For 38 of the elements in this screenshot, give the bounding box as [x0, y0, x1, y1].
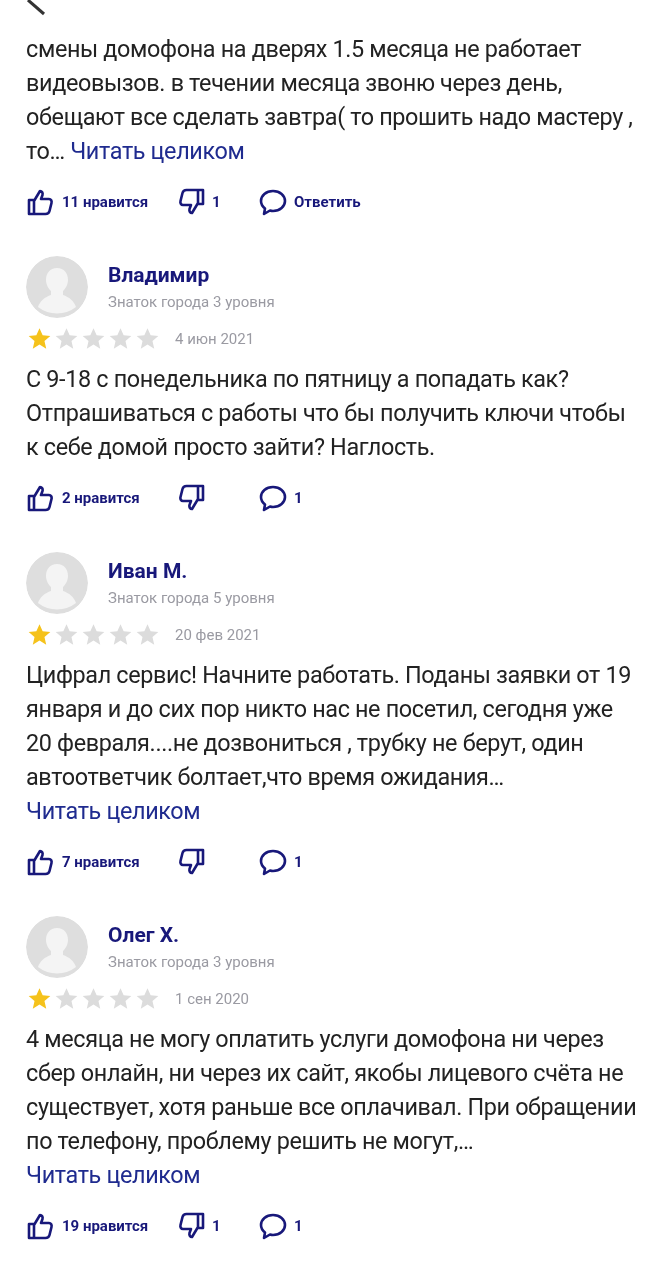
author-name[interactable]: Иван М. — [108, 559, 275, 583]
review-text: С 9-18 с понедельника по пятницу а попадать как? Отпрашиваться с работы что бы получить ключи чтобы к себе домой просто зайти? Наглость. — [26, 364, 627, 463]
comment-icon[interactable] — [258, 187, 288, 217]
thumbs-down-icon[interactable] — [176, 1211, 206, 1241]
author-name[interactable]: Владимир — [108, 263, 275, 287]
author-level: Знаток города 3 уровня — [108, 953, 275, 971]
review-text: Цифрал сервис! Начните работать. Поданы заявки от 19 января и до сих пор никто нас не посетил, сегодня уже 20 февраля....не дозвониться , трубку не берут, один автоответчик болтает,что время ожидания… Читать целиком — [26, 660, 633, 827]
thumbs-down-icon[interactable] — [176, 483, 206, 513]
like-count[interactable]: 19 нравится — [62, 1217, 149, 1235]
read-more-link[interactable]: Читать целиком — [26, 797, 201, 825]
thumbs-down-icon[interactable] — [176, 187, 206, 217]
review-text: смены домофона на дверях 1.5 месяца не работает видеовызов. в течении месяца звоню через день, обещают все сделать завтра( то прошить надо мастеру , то… Читать целиком — [26, 34, 634, 167]
review-date: 4 июн 2021 — [175, 330, 255, 348]
reply-button[interactable]: 1 — [294, 489, 303, 507]
comment-icon[interactable] — [258, 847, 288, 877]
reply-button[interactable]: 1 — [294, 1217, 303, 1235]
review-date: 20 фев 2021 — [175, 626, 261, 644]
thumbs-up-icon[interactable] — [26, 187, 56, 217]
read-more-link[interactable]: Читать целиком — [26, 1161, 201, 1189]
author-level: Знаток города 5 уровня — [108, 589, 275, 607]
review-text: 4 месяца не могу оплатить услуги домофона ни через сбер онлайн, ни через их сайт, якобы лицевого счёта не существует, хотя раньше все оплачивал. При обращении по телефону, проблему решить не могут,… Читать целиком — [26, 1024, 638, 1191]
thumbs-down-icon[interactable] — [176, 847, 206, 877]
thumbs-up-icon[interactable] — [26, 1211, 56, 1241]
comment-icon[interactable] — [258, 483, 288, 513]
like-count[interactable]: 2 нравится — [62, 489, 140, 507]
read-more-link[interactable]: Читать целиком — [70, 137, 245, 165]
like-count[interactable]: 11 нравится — [62, 193, 149, 211]
comment-icon[interactable] — [258, 1211, 288, 1241]
dislike-count[interactable]: 1 — [212, 193, 221, 211]
author-level: Знаток города 3 уровня — [108, 293, 275, 311]
reply-button[interactable]: 1 — [294, 853, 303, 871]
dislike-count[interactable]: 1 — [212, 1217, 221, 1235]
like-count[interactable]: 7 нравится — [62, 853, 140, 871]
reply-button[interactable]: Ответить — [294, 193, 361, 211]
thumbs-up-icon[interactable] — [26, 483, 56, 513]
review-date: 1 сен 2020 — [175, 990, 250, 1008]
thumbs-up-icon[interactable] — [26, 847, 56, 877]
author-name[interactable]: Олег Х. — [108, 923, 275, 947]
